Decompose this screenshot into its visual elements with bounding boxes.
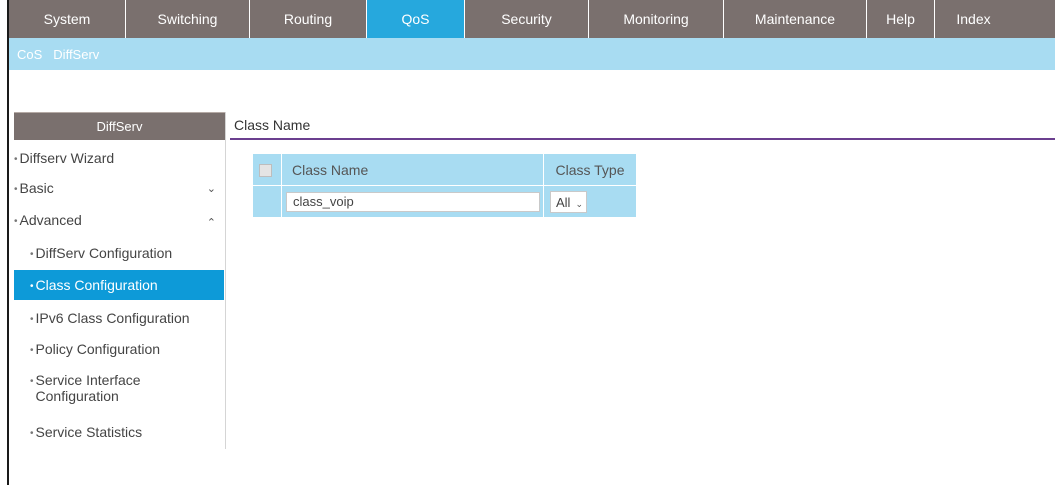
sidebar-item-label: Class Configuration	[35, 277, 158, 293]
class-table: Class Name Class Type All ⌄	[252, 153, 637, 218]
column-header-class-type: Class Type	[543, 153, 637, 186]
sidebar-item-label: Basic	[19, 180, 54, 196]
sidebar-item-label: IPv6 Class Configuration	[35, 310, 190, 326]
table-row: All ⌄	[252, 185, 637, 218]
tab-system[interactable]: System	[9, 0, 126, 38]
class-type-cell: All ⌄	[543, 185, 637, 218]
sidebar-item-ipv6-class-configuration[interactable]: • IPv6 Class Configuration	[14, 310, 224, 326]
tab-index[interactable]: Index	[935, 0, 1012, 38]
sidebar-item-label: Advanced	[19, 212, 82, 228]
sidebar-item-label: Policy Configuration	[35, 341, 161, 357]
select-all-cell	[252, 153, 282, 186]
sidebar-title: DiffServ	[14, 112, 225, 140]
bullet-icon: •	[30, 314, 34, 325]
select-all-checkbox[interactable]	[259, 164, 272, 178]
bullet-icon: •	[30, 376, 34, 387]
sidebar-item-diffserv-configuration[interactable]: • DiffServ Configuration	[14, 245, 224, 261]
column-header-class-name: Class Name	[281, 153, 544, 186]
bullet-icon: •	[30, 345, 34, 356]
bullet-icon: •	[14, 216, 18, 227]
class-name-input[interactable]	[286, 191, 540, 212]
sidebar: DiffServ • Diffserv Wizard • Basic ⌄ • Adva…	[14, 112, 226, 449]
top-navigation: System Switching Routing QoS Security Mo…	[9, 0, 1055, 38]
sidebar-item-basic[interactable]: • Basic ⌄	[14, 180, 224, 196]
bullet-icon: •	[14, 184, 18, 195]
sub-navigation: CoS DiffServ	[9, 38, 1055, 70]
row-spacer-cell	[252, 185, 282, 218]
tab-maintenance[interactable]: Maintenance	[724, 0, 867, 38]
chevron-up-icon: ⌃	[206, 217, 216, 229]
content-tab-class-name[interactable]: Class Name	[234, 117, 310, 133]
app-frame: System Switching Routing QoS Security Mo…	[7, 0, 1055, 485]
sidebar-item-label: Service Statistics	[35, 424, 143, 440]
tab-security[interactable]: Security	[465, 0, 589, 38]
content-divider	[230, 138, 1055, 140]
class-type-select[interactable]: All ⌄	[550, 190, 587, 213]
sidebar-item-service-statistics[interactable]: • Service Statistics	[14, 424, 224, 440]
sidebar-item-class-configuration[interactable]: • Class Configuration	[14, 270, 224, 300]
bullet-icon: •	[14, 154, 18, 165]
chevron-down-icon: ⌄	[575, 198, 583, 209]
tab-help[interactable]: Help	[867, 0, 935, 38]
bullet-icon: •	[30, 428, 34, 439]
tab-routing[interactable]: Routing	[250, 0, 367, 38]
class-type-value: All	[556, 194, 571, 210]
sidebar-item-policy-configuration[interactable]: • Policy Configuration	[14, 341, 224, 357]
sidebar-item-service-interface-configuration[interactable]: • Service Interface Configuration	[14, 372, 224, 404]
table-header-row: Class Name Class Type	[252, 153, 637, 186]
tab-qos[interactable]: QoS	[367, 0, 465, 38]
sidebar-item-label: DiffServ Configuration	[35, 245, 173, 261]
sidebar-item-label: Service Interface Configuration	[35, 372, 141, 404]
tab-monitoring[interactable]: Monitoring	[589, 0, 724, 38]
class-name-cell	[281, 185, 544, 218]
sidebar-item-diffserv-wizard[interactable]: • Diffserv Wizard	[14, 150, 224, 166]
bullet-icon: •	[30, 281, 34, 292]
subnav-diffserv[interactable]: DiffServ	[53, 47, 99, 62]
bullet-icon: •	[30, 249, 34, 260]
subnav-cos[interactable]: CoS	[17, 47, 42, 62]
sidebar-item-advanced[interactable]: • Advanced ⌃	[14, 212, 224, 229]
sidebar-item-label: Diffserv Wizard	[19, 150, 115, 166]
chevron-down-icon: ⌄	[206, 183, 216, 195]
tab-switching[interactable]: Switching	[126, 0, 250, 38]
